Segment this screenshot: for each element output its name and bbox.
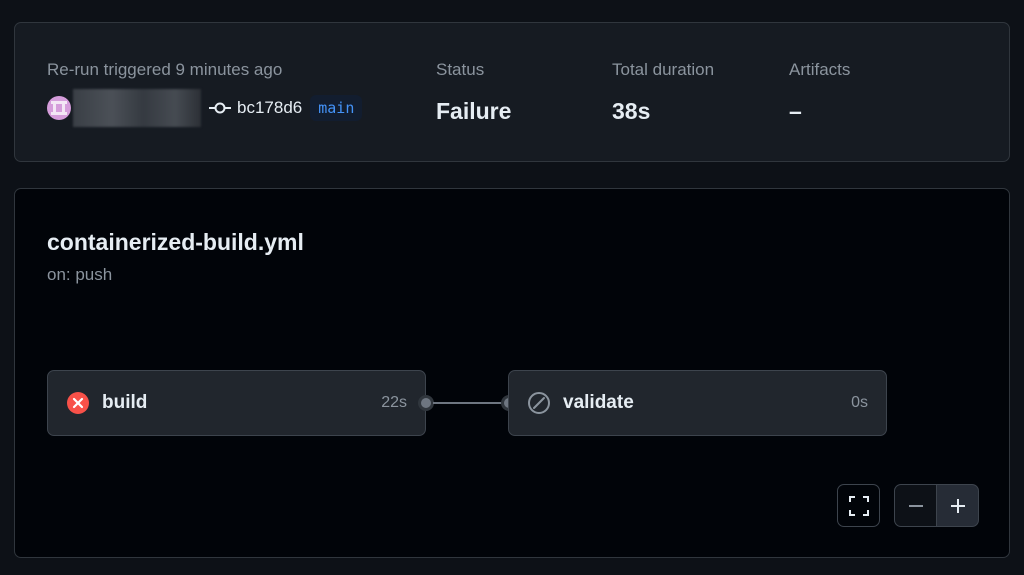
zoom-in-button[interactable] [936, 484, 979, 527]
job-output-port [418, 395, 434, 411]
fullscreen-button[interactable] [837, 484, 880, 527]
job-validate[interactable]: validate 0s [508, 370, 887, 436]
artifacts-field: Artifacts – [789, 59, 850, 124]
duration-value: 38s [612, 98, 651, 124]
trigger-label: Re-run triggered 9 minutes ago [47, 60, 283, 79]
x-circle-icon [67, 392, 89, 414]
run-summary-card: Re-run triggered 9 minutes ago bc178d6 m… [14, 22, 1010, 162]
job-duration: 0s [851, 394, 868, 411]
job-dependency-edge [433, 402, 503, 404]
fullscreen-icon [848, 495, 869, 516]
job-build[interactable]: build 22s [47, 370, 426, 436]
commit-sha-link[interactable]: bc178d6 [237, 98, 302, 118]
avatar[interactable] [47, 96, 71, 120]
workflow-graph-card: containerized-build.yml on: push build 2… [14, 188, 1010, 558]
plus-icon [950, 498, 965, 513]
status-field: Status Failure [436, 59, 511, 124]
branch-badge[interactable]: main [310, 95, 363, 121]
trigger-details: bc178d6 main [47, 89, 363, 127]
job-name: validate [563, 392, 634, 413]
artifacts-value: – [789, 98, 802, 124]
job-name: build [102, 392, 148, 413]
git-commit-icon [209, 102, 231, 114]
duration-field: Total duration 38s [612, 59, 714, 124]
status-value: Failure [436, 98, 512, 124]
status-label: Status [436, 60, 485, 79]
job-duration: 22s [381, 394, 407, 411]
workflow-trigger: on: push [47, 265, 113, 284]
redacted-username[interactable] [73, 89, 201, 127]
workflow-file-name[interactable]: containerized-build.yml [47, 229, 304, 256]
zoom-out-button[interactable] [894, 484, 937, 527]
trigger-info: Re-run triggered 9 minutes ago bc178d6 m… [47, 59, 363, 127]
duration-label: Total duration [612, 60, 715, 79]
skip-icon [528, 392, 550, 414]
minus-icon [908, 504, 923, 507]
artifacts-label: Artifacts [789, 60, 851, 79]
